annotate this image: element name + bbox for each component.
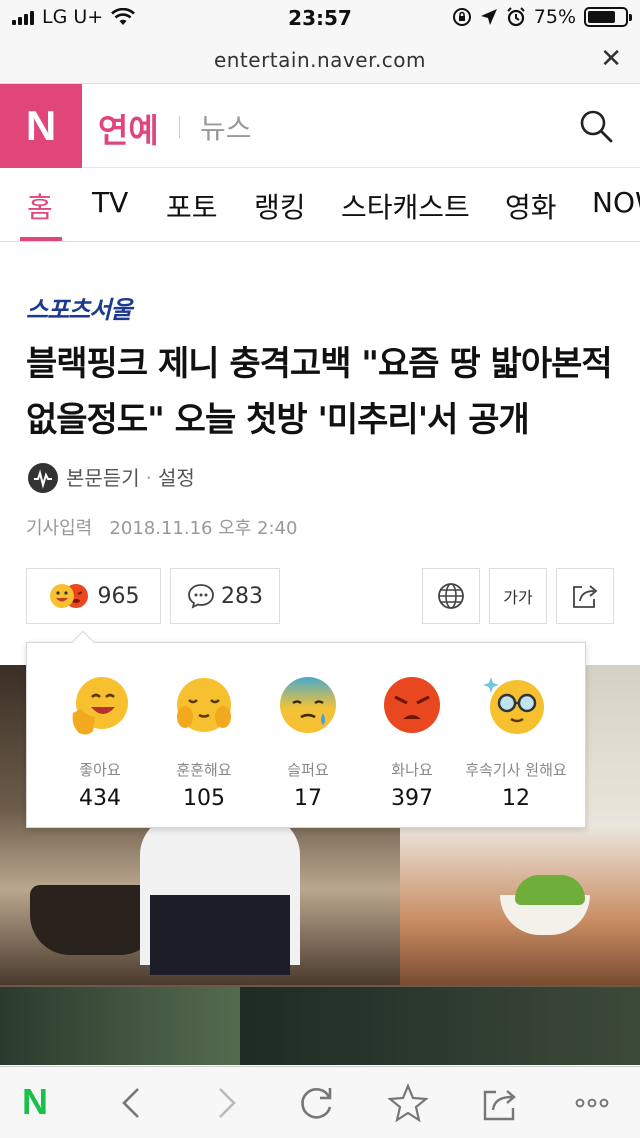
refresh-icon[interactable]: [297, 1083, 337, 1123]
warm-face-icon: [177, 678, 231, 732]
location-icon: [480, 9, 497, 25]
reaction-count: 397: [391, 786, 433, 811]
site-header: N 연예 뉴스: [0, 84, 640, 168]
comment-button[interactable]: 283: [170, 568, 280, 624]
reaction-want-more[interactable]: 후속기사 원해요 12: [461, 673, 571, 811]
url-text[interactable]: entertain.naver.com: [0, 48, 640, 72]
want-more-face-icon: [483, 677, 544, 734]
tab-movie[interactable]: 영화: [505, 186, 557, 226]
share-button[interactable]: [556, 568, 614, 624]
status-bar: LG U+ 23:57 75%: [0, 0, 640, 38]
battery-icon: [584, 7, 632, 27]
section-title[interactable]: 연예: [98, 104, 159, 152]
more-icon[interactable]: [572, 1083, 612, 1123]
reaction-label: 훈훈해요: [176, 761, 232, 779]
photo-panel-3: [0, 987, 240, 1065]
reaction-count: 12: [502, 786, 530, 811]
reaction-count: 434: [79, 786, 121, 811]
font-size-button[interactable]: 가가: [489, 568, 547, 624]
reaction-button[interactable]: 965: [26, 568, 161, 624]
naver-logo[interactable]: N: [0, 84, 82, 168]
comment-icon: [188, 584, 214, 609]
date-label: 기사입력: [26, 518, 93, 539]
reaction-faces-icon: [49, 584, 88, 608]
reaction-warm[interactable]: 훈훈해요 105: [149, 673, 259, 811]
share-icon[interactable]: [480, 1083, 520, 1123]
battery-fill: [588, 11, 615, 23]
reaction-count: 965: [97, 583, 140, 609]
photo-skirt: [150, 895, 290, 975]
back-icon[interactable]: [112, 1083, 152, 1123]
tab-photo[interactable]: 포토: [166, 186, 218, 226]
article-headline: 블랙핑크 제니 충격고백 "요즘 땅 밟아본적 없을정도" 오늘 첫방 '미추리…: [26, 336, 618, 506]
status-right: 75%: [452, 6, 632, 28]
listen-icon[interactable]: [26, 461, 60, 495]
separator-dot: ·: [145, 465, 152, 490]
popup-arrow: [71, 630, 95, 654]
photo-panel-4: [240, 987, 640, 1065]
share-icon: [573, 585, 598, 608]
tab-starcast[interactable]: 스타캐스트: [341, 186, 470, 226]
date-value: 2018.11.16 오후 2:40: [109, 518, 298, 539]
bottom-toolbar: N: [0, 1066, 640, 1138]
close-icon[interactable]: ✕: [600, 46, 622, 72]
listen-button[interactable]: 본문듣기: [66, 450, 140, 506]
search-icon[interactable]: [578, 108, 614, 144]
tab-tv[interactable]: TV: [92, 186, 128, 219]
tab-ranking[interactable]: 랭킹: [254, 186, 306, 226]
reaction-count: 17: [294, 786, 322, 811]
like-face-icon: [72, 677, 128, 735]
globe-icon: [438, 583, 464, 609]
reaction-angry[interactable]: 화나요 397: [357, 673, 467, 811]
article-date: 기사입력 2018.11.16 오후 2:40: [26, 514, 297, 540]
tab-home[interactable]: 홈: [27, 186, 53, 226]
headline-text: 블랙핑크 제니 충격고백 "요즘 땅 밟아본적 없을정도" 오늘 첫방 '미추리…: [26, 344, 613, 440]
battery-percent: 75%: [533, 6, 576, 28]
naver-home-logo[interactable]: N: [22, 1081, 62, 1122]
bookmark-icon[interactable]: [388, 1083, 428, 1123]
listen-settings-button[interactable]: 설정: [158, 450, 195, 506]
reaction-label: 좋아요: [79, 761, 121, 779]
header-divider: [179, 116, 180, 138]
nav-tabs: 홈 TV 포토 랭킹 스타캐스트 영화 NOW: [0, 168, 640, 242]
reaction-sad[interactable]: 슬퍼요 17: [253, 673, 363, 811]
comment-count: 283: [221, 583, 263, 609]
font-size-label: 가가: [503, 588, 533, 607]
reaction-label: 슬퍼요: [287, 761, 329, 779]
translate-button[interactable]: [422, 568, 480, 624]
alarm-icon: [507, 7, 525, 27]
url-bar[interactable]: entertain.naver.com ✕: [0, 38, 640, 84]
reaction-like[interactable]: 좋아요 434: [45, 673, 155, 811]
tab-now[interactable]: NOW: [592, 186, 640, 219]
photo-salad: [515, 875, 585, 905]
news-source-logo[interactable]: 스포츠서울: [26, 290, 132, 325]
reaction-label: 화나요: [391, 761, 433, 779]
active-tab-indicator: [20, 237, 62, 241]
section-subtitle[interactable]: 뉴스: [200, 107, 252, 147]
reactions-popup: 좋아요 434 훈훈해요 105 슬퍼요 17 화나요 397 후속기사 원해요…: [26, 630, 586, 828]
reaction-label: 후속기사 원해요: [465, 761, 567, 779]
reaction-count: 105: [183, 786, 225, 811]
angry-face-icon: [384, 677, 440, 733]
sad-face-icon: [280, 677, 336, 733]
forward-icon[interactable]: [206, 1083, 246, 1123]
rotation-lock-icon: [452, 8, 471, 26]
listen-control: 본문듣기 · 설정: [26, 450, 195, 506]
